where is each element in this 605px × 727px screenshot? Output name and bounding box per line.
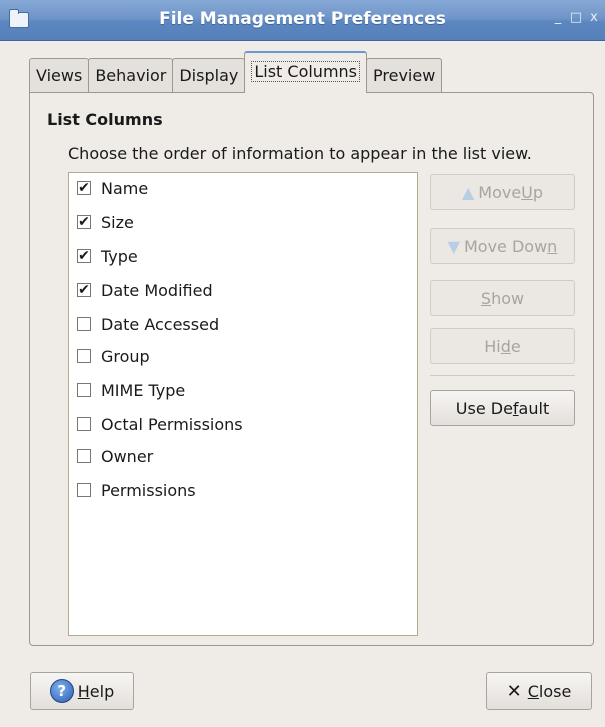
list-item[interactable]: ✔ Type [69, 243, 138, 269]
list-item[interactable]: MIME Type [69, 377, 185, 403]
list-item-label: Date Accessed [101, 314, 220, 334]
list-item-label: Type [101, 246, 138, 266]
checkbox[interactable] [77, 483, 91, 497]
checkbox[interactable] [77, 417, 91, 431]
list-item[interactable]: ✔ Size [69, 209, 134, 235]
notebook-tabs: Views Behavior Display List Columns Prev… [29, 51, 443, 93]
checkbox[interactable]: ✔ [77, 283, 91, 297]
hide-label-pre: Hi [484, 336, 501, 356]
help-icon: ? [49, 679, 74, 703]
maximize-button[interactable]: □ [568, 10, 584, 26]
move-down-label-pre: Move Dow [463, 236, 548, 256]
section-description: Choose the order of information to appea… [68, 144, 532, 163]
button-separator [430, 375, 575, 376]
checkbox[interactable] [77, 449, 91, 463]
arrow-up-icon: ▲ [461, 182, 475, 202]
tab-views[interactable]: Views [29, 58, 90, 93]
list-item-label: Permissions [101, 480, 196, 500]
checkbox[interactable]: ✔ [77, 215, 91, 229]
close-icon: ✕ [506, 680, 522, 702]
move-up-button[interactable]: ▲ Move Up [430, 174, 575, 210]
list-item[interactable]: Permissions [69, 477, 196, 503]
arrow-down-icon: ▼ [447, 236, 460, 256]
section-title: List Columns [47, 110, 163, 129]
use-default-label-pre: Use De [455, 398, 513, 418]
move-up-mnemonic: U [521, 182, 533, 202]
list-item-label: Date Modified [101, 280, 213, 300]
hide-label-post: e [510, 336, 521, 356]
list-item-label: Size [101, 212, 134, 232]
tab-preview[interactable]: Preview [366, 58, 443, 93]
list-item-label: MIME Type [101, 380, 186, 400]
close-button[interactable]: ✕ Close [486, 672, 592, 710]
help-mnemonic: H [77, 681, 90, 701]
list-item[interactable]: Owner [69, 443, 153, 469]
hide-mnemonic: d [500, 336, 511, 356]
list-item[interactable]: Octal Permissions [69, 411, 243, 437]
use-default-button[interactable]: Use De f ault [430, 390, 575, 426]
list-item[interactable]: ✔ Date Modified [69, 277, 213, 303]
hide-button[interactable]: Hi d e [430, 328, 575, 364]
show-button[interactable]: Show [430, 280, 575, 316]
tab-list-columns[interactable]: List Columns [244, 51, 368, 93]
use-default-label-post: ault [518, 398, 550, 418]
close-window-button[interactable]: x [586, 10, 602, 26]
title-bar[interactable]: File Management Preferences _ □ x [0, 0, 605, 41]
move-down-mnemonic: n [547, 236, 558, 256]
help-label-post: elp [89, 681, 115, 701]
list-item[interactable]: ✔ Name [69, 175, 148, 201]
move-down-button[interactable]: ▼ Move Dow n [430, 228, 575, 264]
checkbox[interactable] [77, 383, 91, 397]
list-item-label: Group [101, 346, 150, 366]
list-item-label: Name [101, 178, 149, 198]
tab-behavior[interactable]: Behavior [88, 58, 174, 93]
minimize-button[interactable]: _ [550, 10, 566, 26]
move-up-label-post: p [532, 182, 544, 202]
checkbox[interactable]: ✔ [77, 181, 91, 195]
list-item[interactable]: Date Accessed [69, 311, 219, 337]
checkbox[interactable] [77, 349, 91, 363]
checkbox[interactable]: ✔ [77, 249, 91, 263]
close-mnemonic: C [527, 681, 539, 701]
list-item[interactable]: Group [69, 343, 150, 369]
window-title: File Management Preferences [159, 9, 446, 29]
columns-list[interactable]: ✔ Name ✔ Size ✔ Type ✔ Date Modified Dat… [68, 172, 418, 636]
move-up-label-pre: Move [478, 182, 522, 202]
show-mnemonic: S [480, 288, 492, 308]
checkbox[interactable] [77, 317, 91, 331]
tab-display[interactable]: Display [172, 58, 246, 93]
show-label-post: how [491, 288, 525, 308]
list-item-label: Octal Permissions [101, 414, 243, 434]
list-item-label: Owner [101, 446, 154, 466]
close-label-post: lose [538, 681, 572, 701]
help-button[interactable]: ? Help [30, 672, 134, 710]
tab-list-columns-label: List Columns [251, 61, 361, 82]
